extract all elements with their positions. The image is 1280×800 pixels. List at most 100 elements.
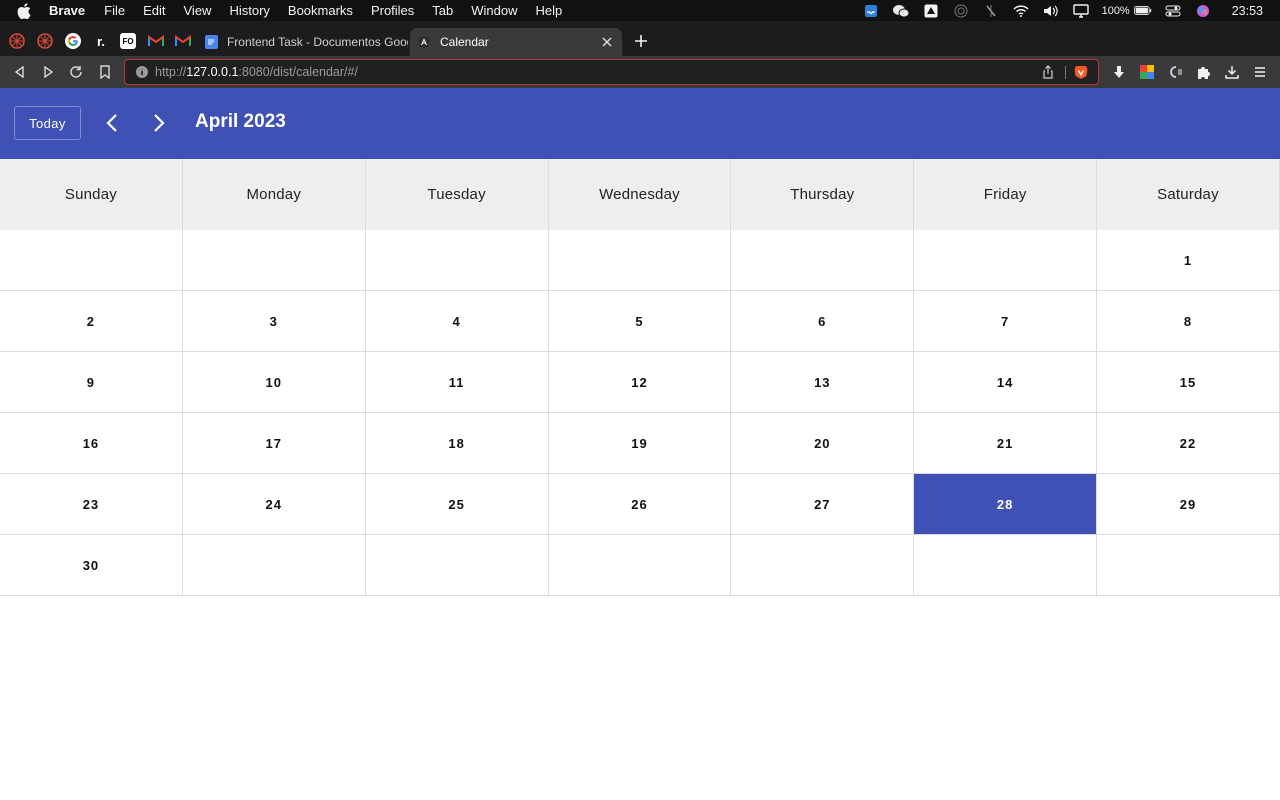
back-icon[interactable] [11, 63, 29, 81]
control-center-icon[interactable] [1164, 4, 1182, 18]
day-cell[interactable]: 15 [1097, 352, 1280, 413]
siri-icon[interactable] [1194, 4, 1212, 18]
pinned-tab-dashboard-icon-2[interactable] [37, 33, 53, 49]
week-row: 16 17 18 19 20 21 22 [0, 413, 1280, 474]
day-cell[interactable]: 10 [182, 352, 366, 413]
menu-bar: Brave File Edit View History Bookmarks P… [0, 0, 1280, 21]
weekday-header: Saturday [1097, 159, 1280, 230]
day-cell[interactable]: 26 [548, 474, 732, 535]
bluetooth-off-icon[interactable] [982, 4, 1000, 18]
next-month-button[interactable] [146, 110, 172, 136]
day-cell[interactable]: 24 [182, 474, 366, 535]
day-cell[interactable]: 5 [548, 291, 732, 352]
brave-shields-icon[interactable] [1073, 64, 1089, 80]
angular-icon [417, 35, 431, 49]
day-cell[interactable]: 11 [365, 352, 549, 413]
day-cell[interactable]: 17 [182, 413, 366, 474]
battery-icon[interactable] [1133, 4, 1152, 18]
pinned-tab-google-icon[interactable] [65, 33, 81, 49]
tab-frontend-task[interactable]: Frontend Task - Documentos Google [198, 28, 408, 56]
forward-icon[interactable] [39, 63, 57, 81]
day-cell[interactable]: 12 [548, 352, 732, 413]
day-cell[interactable]: 16 [0, 413, 183, 474]
day-cell[interactable]: 13 [731, 352, 915, 413]
drive-icon[interactable] [922, 4, 940, 18]
volume-icon[interactable] [1042, 4, 1060, 18]
week-row: 9 10 11 12 13 14 15 [0, 352, 1280, 413]
day-cell[interactable]: 8 [1097, 291, 1280, 352]
day-cell[interactable]: 7 [914, 291, 1098, 352]
month-grid: 1 2 3 4 5 6 7 8 9 10 11 12 13 14 15 16 17 18 19 20 21 22 23 24 2… [0, 230, 1280, 596]
menu-icon[interactable] [1251, 63, 1269, 81]
day-cell[interactable]: 6 [731, 291, 915, 352]
menu-view[interactable]: View [184, 3, 212, 18]
inbox-icon[interactable] [862, 4, 880, 18]
download-arrow-icon[interactable] [1110, 63, 1128, 81]
wifi-icon[interactable] [1012, 4, 1030, 18]
google-docs-icon [205, 35, 218, 49]
apple-icon[interactable] [17, 2, 31, 19]
pinned-tab-dashboard-icon[interactable] [9, 33, 25, 49]
day-cell[interactable]: 3 [182, 291, 366, 352]
menu-profiles[interactable]: Profiles [371, 3, 414, 18]
address-bar[interactable]: http://127.0.0.1:8080/dist/calendar/#/ [124, 59, 1099, 85]
empty-day-cell [182, 535, 366, 596]
downloads-icon[interactable] [1223, 63, 1241, 81]
browser-toolbar: http://127.0.0.1:8080/dist/calendar/#/ [0, 56, 1280, 88]
pinned-tab-r-icon[interactable]: r. [93, 33, 109, 49]
day-cell[interactable]: 9 [0, 352, 183, 413]
tab-calendar[interactable]: Calendar [410, 28, 622, 56]
share-icon[interactable] [1041, 65, 1055, 79]
today-button[interactable]: Today [14, 106, 81, 140]
pinned-tab-gmail-icon[interactable] [148, 33, 164, 49]
menu-bookmarks[interactable]: Bookmarks [288, 3, 353, 18]
url-text[interactable]: http://127.0.0.1:8080/dist/calendar/#/ [155, 65, 358, 79]
day-cell[interactable]: 29 [1097, 474, 1280, 535]
menu-help[interactable]: Help [536, 3, 563, 18]
menu-file[interactable]: File [104, 3, 125, 18]
menu-app-name[interactable]: Brave [49, 3, 85, 18]
url-scheme: http:// [155, 65, 187, 79]
empty-day-cell [0, 230, 183, 291]
day-cell[interactable]: 18 [365, 413, 549, 474]
site-info-icon[interactable] [135, 65, 149, 79]
day-cell[interactable]: 25 [365, 474, 549, 535]
week-row: 23 24 25 26 27 28 29 [0, 474, 1280, 535]
pinned-tab-gmail-icon-2[interactable] [175, 33, 191, 49]
empty-day-cell [731, 230, 915, 291]
menu-tab[interactable]: Tab [432, 3, 453, 18]
empty-day-cell [365, 230, 549, 291]
menu-edit[interactable]: Edit [143, 3, 165, 18]
previous-month-button[interactable] [99, 110, 125, 136]
extensions-puzzle-icon[interactable] [1195, 63, 1213, 81]
weekday-header: Tuesday [366, 159, 549, 230]
menu-history[interactable]: History [229, 3, 269, 18]
close-tab-icon[interactable] [599, 34, 615, 50]
day-cell[interactable]: 27 [731, 474, 915, 535]
day-cell[interactable]: 4 [365, 291, 549, 352]
day-cell[interactable]: 19 [548, 413, 732, 474]
extension-c-icon[interactable] [1166, 63, 1184, 81]
bookmark-icon[interactable] [96, 63, 114, 81]
clock[interactable]: 23:53 [1232, 4, 1263, 18]
wechat-icon[interactable] [892, 4, 910, 18]
display-icon[interactable] [1072, 3, 1090, 18]
day-cell[interactable]: 22 [1097, 413, 1280, 474]
day-cell[interactable]: 2 [0, 291, 183, 352]
status-area: 100% 23:53 [862, 0, 1280, 21]
day-cell[interactable]: 14 [914, 352, 1098, 413]
pinned-tab-fo-icon[interactable]: FO [120, 33, 136, 49]
reload-icon[interactable] [67, 63, 85, 81]
menu-window[interactable]: Window [471, 3, 517, 18]
day-cell[interactable]: 21 [914, 413, 1098, 474]
day-cell[interactable]: 30 [0, 535, 183, 596]
tab-title: Frontend Task - Documentos Google [226, 35, 408, 49]
selected-day-cell[interactable]: 28 [914, 474, 1098, 535]
day-cell[interactable]: 23 [0, 474, 183, 535]
day-cell[interactable]: 1 [1097, 230, 1280, 291]
airdrop-icon[interactable] [952, 4, 970, 18]
battery-percent: 100% [1101, 4, 1130, 17]
day-cell[interactable]: 20 [731, 413, 915, 474]
new-tab-icon[interactable] [632, 32, 650, 50]
extension-colorful-icon[interactable] [1138, 63, 1156, 81]
